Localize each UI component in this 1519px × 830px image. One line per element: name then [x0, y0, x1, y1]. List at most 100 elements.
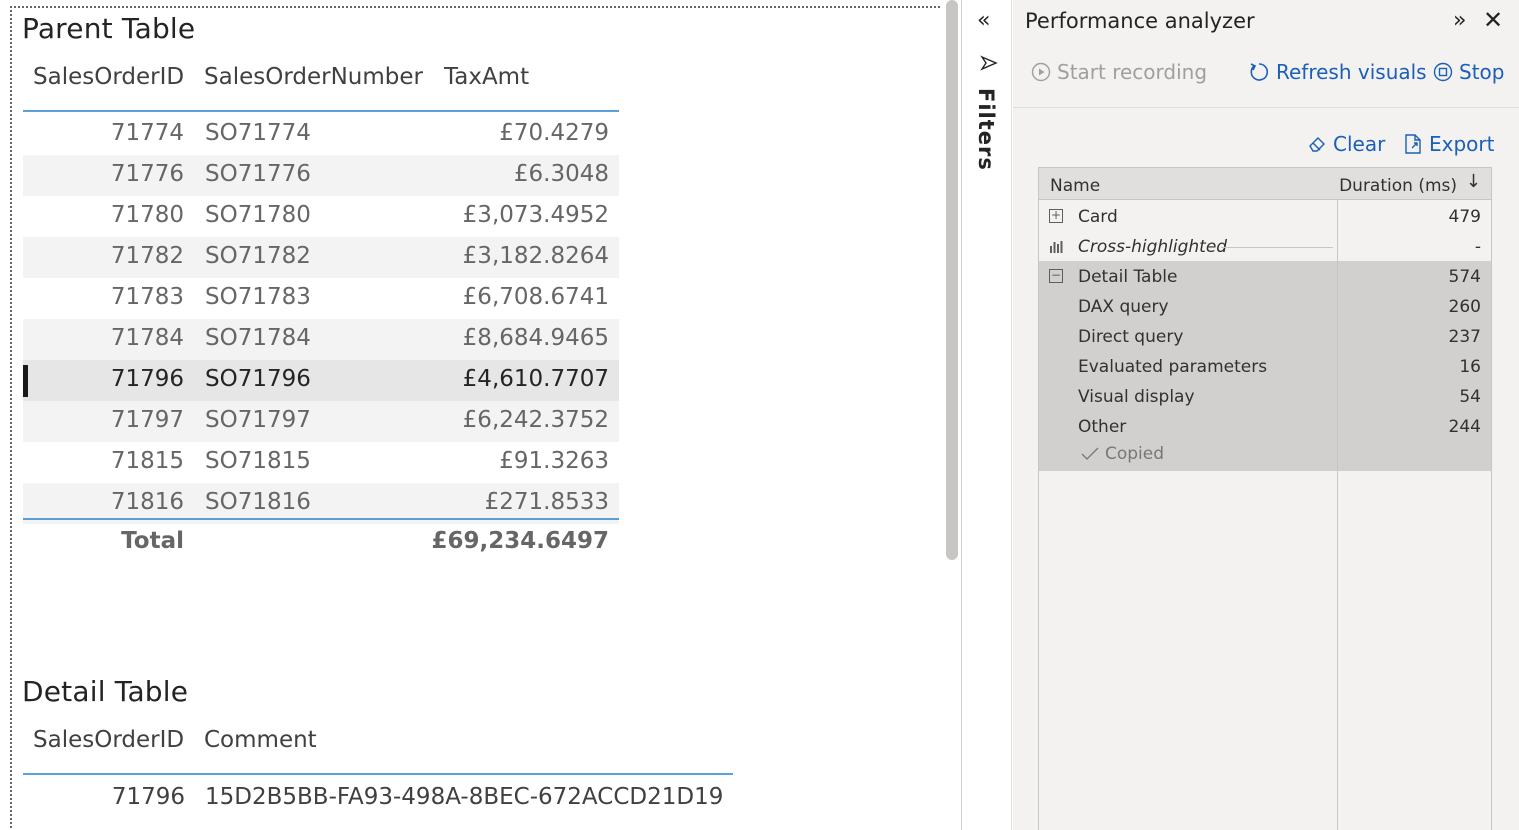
- expand-plus-icon[interactable]: +: [1049, 209, 1063, 223]
- row-duration: 244: [1448, 417, 1481, 437]
- cell-salesordernumber: SO71816: [205, 489, 311, 515]
- cell-salesordernumber: SO71797: [205, 407, 311, 433]
- table-row[interactable]: 71776 SO71776 £6.3048: [23, 155, 619, 196]
- cell-salesorderid: 71774: [110, 120, 184, 146]
- play-circle-icon: [1031, 62, 1051, 82]
- table-row[interactable]: 71796 15D2B5BB-FA93-498A-8BEC-672ACCD21D…: [23, 780, 733, 820]
- collapse-minus-icon[interactable]: −: [1049, 269, 1063, 283]
- refresh-icon: [1250, 63, 1269, 81]
- cell-taxamt: £8,684.9465: [462, 325, 609, 351]
- cell-salesorderid: 71782: [110, 243, 184, 269]
- export-label: Export: [1429, 132, 1495, 156]
- row-name: Cross-highlighted: [1078, 237, 1228, 257]
- start-recording-button[interactable]: Start recording: [1031, 60, 1207, 84]
- table-row[interactable]: 71815 SO71815 £91.3263: [23, 442, 619, 483]
- cell-salesorderid: 71796: [111, 784, 185, 810]
- grid-row-evaluated-parameters[interactable]: Evaluated parameters 16: [1039, 351, 1491, 381]
- export-button[interactable]: Export: [1403, 132, 1494, 156]
- double-chevron-right-icon[interactable]: »: [1453, 8, 1466, 33]
- cell-taxamt: £70.4279: [499, 120, 609, 146]
- cell-salesordernumber: SO71774: [205, 120, 311, 146]
- table-row[interactable]: 71783 SO71783 £6,708.6741: [23, 278, 619, 319]
- cell-taxamt: £3,182.8264: [462, 243, 609, 269]
- cell-salesordernumber: SO71784: [205, 325, 311, 351]
- table-row[interactable]: 71774 SO71774 £70.4279: [23, 114, 619, 155]
- double-chevron-left-icon[interactable]: «: [977, 8, 990, 33]
- table-row[interactable]: 71782 SO71782 £3,182.8264: [23, 237, 619, 278]
- cell-salesorderid: 71815: [110, 448, 184, 474]
- refresh-visuals-button[interactable]: Refresh visuals: [1248, 60, 1427, 84]
- row-name: Card: [1078, 207, 1118, 227]
- cell-taxamt: £91.3263: [499, 448, 609, 474]
- cell-taxamt: £6.3048: [513, 161, 609, 187]
- selection-marker: [23, 365, 28, 397]
- cell-salesorderid: 71776: [110, 161, 184, 187]
- close-icon[interactable]: ✕: [1483, 6, 1503, 34]
- parent-col-salesorderid[interactable]: SalesOrderID: [33, 64, 184, 90]
- export-document-icon: [1405, 134, 1421, 154]
- table-row[interactable]: 71780 SO71780 £3,073.4952: [23, 196, 619, 237]
- table-row-selected[interactable]: 71796 SO71796 £4,610.7707: [23, 360, 619, 401]
- cell-taxamt: £3,073.4952: [462, 202, 609, 228]
- stop-label: Stop: [1459, 60, 1505, 84]
- cell-salesorderid: 71784: [110, 325, 184, 351]
- pane-title: Performance analyzer: [1025, 9, 1255, 33]
- cross-highlight-rule: [1221, 247, 1333, 248]
- total-value: £69,234.6497: [431, 528, 609, 554]
- grid-row-other[interactable]: Other 244: [1039, 411, 1491, 441]
- row-duration: 237: [1448, 327, 1481, 347]
- checkmark-icon: [1081, 447, 1099, 460]
- sort-down-arrow-icon[interactable]: ↓: [1466, 171, 1481, 192]
- row-name: Evaluated parameters: [1078, 357, 1268, 377]
- cell-salesordernumber: SO71815: [205, 448, 311, 474]
- pane-separator: [1013, 107, 1519, 108]
- cell-salesorderid: 71797: [110, 407, 184, 433]
- grid-header-name[interactable]: Name: [1050, 176, 1100, 196]
- row-duration: -: [1474, 237, 1481, 257]
- cell-salesordernumber: SO71782: [205, 243, 311, 269]
- grid-header: Name Duration (ms) ↓: [1039, 168, 1491, 200]
- cell-salesordernumber: SO71796: [205, 366, 311, 392]
- copied-confirmation[interactable]: Copied: [1081, 444, 1164, 464]
- cell-taxamt: £271.8533: [484, 489, 609, 515]
- table-row[interactable]: 71797 SO71797 £6,242.3752: [23, 401, 619, 442]
- parent-header-underline: [23, 110, 619, 112]
- canvas-focus-border-left: [10, 6, 12, 830]
- cell-salesorderid: 71780: [110, 202, 184, 228]
- grid-row-dax-query[interactable]: DAX query 260: [1039, 291, 1491, 321]
- grid-row-detail-table[interactable]: − Detail Table 574: [1039, 261, 1491, 291]
- row-name: Visual display: [1078, 387, 1195, 407]
- cell-taxamt: £6,242.3752: [462, 407, 609, 433]
- table-row[interactable]: 71784 SO71784 £8,684.9465: [23, 319, 619, 360]
- row-name: Other: [1078, 417, 1127, 437]
- cell-taxamt: £4,610.7707: [462, 366, 609, 392]
- eraser-icon: [1309, 137, 1325, 152]
- detail-col-comment[interactable]: Comment: [204, 727, 317, 753]
- grid-row-visual-display[interactable]: Visual display 54: [1039, 381, 1491, 411]
- row-duration: 54: [1459, 387, 1481, 407]
- grid-row-card[interactable]: + Card 479: [1039, 201, 1491, 231]
- canvas-focus-border-top: [10, 6, 940, 8]
- clear-label: Clear: [1333, 132, 1386, 156]
- grid-header-duration[interactable]: Duration (ms): [1339, 176, 1457, 196]
- row-duration: 574: [1448, 267, 1481, 287]
- filters-pane-collapsed[interactable]: « Filters: [962, 0, 1012, 830]
- grid-row-direct-query[interactable]: Direct query 237: [1039, 321, 1491, 351]
- cell-salesordernumber: SO71780: [205, 202, 311, 228]
- detail-col-salesorderid[interactable]: SalesOrderID: [33, 727, 184, 753]
- cell-salesorderid: 71783: [110, 284, 184, 310]
- row-name: DAX query: [1078, 297, 1169, 317]
- cell-taxamt: £6,708.6741: [462, 284, 609, 310]
- clear-button[interactable]: Clear: [1307, 132, 1385, 156]
- stop-button[interactable]: Stop: [1433, 60, 1504, 84]
- row-duration: 260: [1448, 297, 1481, 317]
- grid-row-cross-highlighted[interactable]: Cross-highlighted -: [1039, 231, 1491, 261]
- performance-grid: Name Duration (ms) ↓ + Card 479 Cross-hi…: [1038, 167, 1492, 830]
- parent-table-title: Parent Table: [22, 12, 196, 45]
- parent-col-salesordernumber[interactable]: SalesOrderNumber: [204, 64, 423, 90]
- filters-label[interactable]: Filters: [974, 88, 998, 171]
- canvas-scrollbar[interactable]: [946, 0, 958, 560]
- row-duration: 16: [1459, 357, 1481, 377]
- parent-col-taxamt[interactable]: TaxAmt: [444, 64, 529, 90]
- cell-salesorderid: 71796: [110, 366, 184, 392]
